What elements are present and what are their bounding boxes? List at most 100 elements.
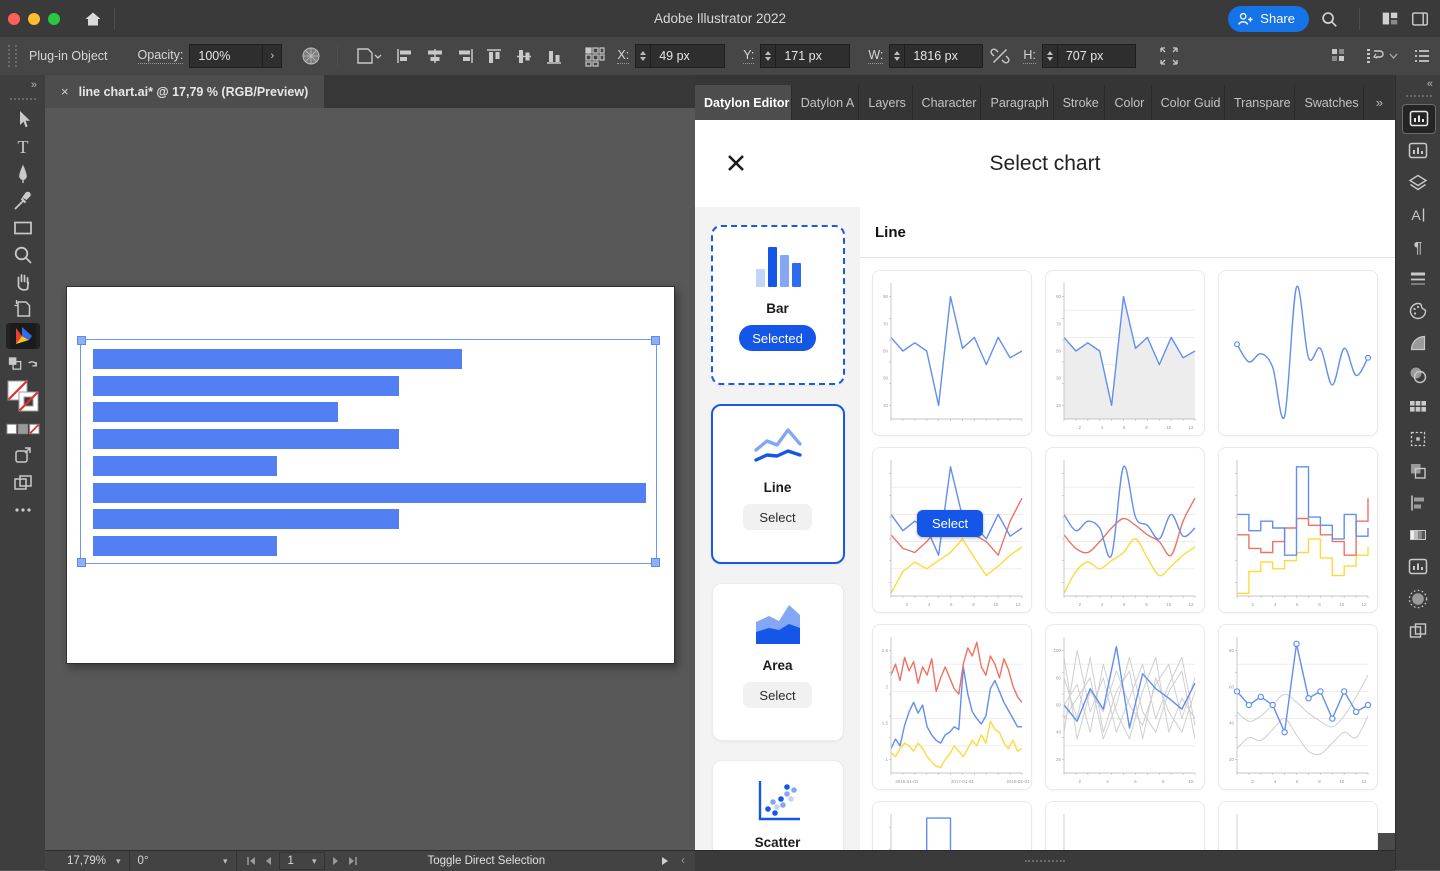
first-page-icon[interactable] — [245, 856, 257, 866]
collapse-panels-icon[interactable]: « — [1427, 78, 1433, 90]
list-options-icon[interactable] — [1412, 47, 1432, 65]
panel-tab-datylon-editor[interactable]: Datylon Editor — [695, 85, 792, 120]
h-label[interactable]: H: — [1023, 48, 1036, 64]
datylon-tool[interactable] — [6, 323, 40, 349]
opacity-label[interactable]: Opacity: — [138, 48, 184, 64]
pen-tool[interactable] — [6, 161, 40, 187]
zoom-level-dropdown[interactable]: 17,79%▾ — [59, 851, 130, 871]
color-mode[interactable] — [6, 416, 40, 442]
rectangle-tool[interactable] — [6, 215, 40, 241]
snap-options-icon[interactable] — [1329, 46, 1349, 66]
paragraph-icon[interactable]: ¶ — [1402, 232, 1434, 262]
color-guide-icon[interactable] — [1402, 328, 1434, 358]
selection-handle-tr[interactable] — [651, 336, 660, 345]
last-page-icon[interactable] — [347, 856, 359, 866]
select-button-area[interactable]: Select — [743, 682, 811, 708]
artboards-icon[interactable] — [1402, 616, 1434, 646]
panel-tab-stroke[interactable]: Stroke — [1054, 85, 1106, 120]
opacity-field[interactable]: 100% — [189, 44, 263, 68]
arrange-documents-icon[interactable] — [1380, 9, 1400, 29]
constrain-proportions-off-icon[interactable] — [989, 45, 1011, 67]
align-middle-icon[interactable] — [514, 47, 536, 65]
panel-grip[interactable] — [8, 45, 17, 67]
selection-handle-br[interactable] — [651, 558, 660, 567]
search-icon[interactable] — [1319, 9, 1339, 29]
stroke-icon[interactable] — [1402, 264, 1434, 294]
next-page-icon[interactable] — [332, 856, 340, 866]
previous-page-icon[interactable] — [264, 856, 272, 866]
color-wheel-icon[interactable] — [300, 45, 322, 67]
chart-thumbnail-spike-step[interactable] — [872, 801, 1032, 850]
align-left-icon[interactable] — [394, 47, 416, 65]
chart-thumbnail-spaghetti-highlight[interactable]: 10080604020246810 — [1045, 624, 1205, 790]
align-right-icon[interactable] — [454, 47, 476, 65]
rail-grip[interactable] — [1406, 95, 1432, 97]
panel-tab-color-guid[interactable]: Color Guid — [1152, 85, 1225, 120]
eyedropper-tool[interactable] — [6, 188, 40, 214]
h-field[interactable]: 707 px — [1042, 44, 1136, 68]
zoom-tool[interactable] — [6, 242, 40, 268]
pathfinder-icon[interactable] — [1402, 456, 1434, 486]
chart-thumbnail-loops-multicolor[interactable] — [1045, 801, 1205, 850]
artboards-tool[interactable] — [6, 470, 40, 496]
status-collapse-icon[interactable]: ‹ — [681, 855, 685, 867]
type-tool[interactable]: T — [6, 134, 40, 160]
chart-thumbnail-multi-step-line[interactable]: 24681012 — [1218, 447, 1378, 613]
selection-tool[interactable] — [6, 107, 40, 133]
hand-tool[interactable] — [6, 269, 40, 295]
document-tab[interactable]: × line chart.ai* @ 17,79 % (RGB/Preview) — [45, 75, 324, 108]
canvas[interactable] — [45, 108, 695, 850]
swatches-icon[interactable] — [1402, 392, 1434, 422]
fill-stroke-indicator[interactable] — [6, 377, 40, 415]
y-label[interactable]: Y: — [743, 48, 754, 64]
artboard-tool[interactable] — [6, 296, 40, 322]
panel-bottom-bar[interactable] — [695, 850, 1395, 871]
selection-bounding-box[interactable] — [80, 339, 657, 564]
scale-corners-icon[interactable] — [1158, 45, 1180, 67]
thumbnail-select-button[interactable]: Select — [917, 510, 983, 537]
selected-button-bar[interactable]: Selected — [739, 325, 816, 351]
panel-tab-character[interactable]: Character — [913, 85, 982, 120]
expand-tools-icon[interactable]: » — [31, 79, 37, 91]
symbols-icon[interactable] — [1402, 584, 1434, 614]
layers-icon[interactable] — [1402, 168, 1434, 198]
chart-thumbnail-line-markers[interactable]: 8060402024681012 — [1218, 624, 1378, 790]
character-icon[interactable]: A — [1402, 200, 1434, 230]
share-button[interactable]: Share — [1228, 6, 1309, 32]
align-icon[interactable] — [1402, 488, 1434, 518]
chart-thumbnail-loops-gray[interactable] — [1218, 801, 1378, 850]
chart-type-card-line[interactable]: LineSelect — [711, 404, 845, 564]
color-icon[interactable] — [1402, 296, 1434, 326]
chart-thumbnail-line-basic[interactable]: 9070503010 — [872, 270, 1032, 436]
panel-tab-color[interactable]: Color — [1105, 85, 1151, 120]
chart-thumbnail-time-series-noisy[interactable]: 2.521.512016-01-012017-01-012018-01-01 — [872, 624, 1032, 790]
select-button-line[interactable]: Select — [743, 504, 811, 530]
text-flow-icon[interactable] — [1363, 46, 1398, 66]
chart-thumbnail-multi-line-smooth[interactable]: 24681012 — [1045, 447, 1205, 613]
more-tools[interactable] — [6, 497, 40, 523]
rotation-dropdown[interactable]: 0°▾ — [130, 851, 237, 871]
page-number-dropdown[interactable]: 1▾ — [279, 852, 326, 870]
chart-type-card-scatter[interactable]: Scatter — [712, 760, 844, 850]
selection-handle-bl[interactable] — [77, 558, 86, 567]
chart-thumbnail-line-smooth-endpoints[interactable] — [1218, 270, 1378, 436]
workspace-switcher-icon[interactable] — [1410, 9, 1430, 29]
swap-fill-stroke[interactable] — [6, 350, 40, 376]
shape-builder-tool[interactable] — [6, 443, 40, 469]
asset-export-icon[interactable] — [1402, 552, 1434, 582]
transform-icon[interactable] — [1402, 424, 1434, 454]
panel-tabs-overflow-icon[interactable]: » — [1364, 85, 1395, 120]
panel-tab-transpare[interactable]: Transpare — [1225, 85, 1295, 120]
chart-type-card-area[interactable]: AreaSelect — [712, 583, 844, 741]
gradient-icon[interactable] — [1402, 520, 1434, 550]
selection-handle-tl[interactable] — [77, 336, 86, 345]
w-field[interactable]: 1816 px — [889, 44, 983, 68]
align-center-icon[interactable] — [424, 47, 446, 65]
panel-tab-layers[interactable]: Layers — [859, 85, 912, 120]
opacity-options-button[interactable]: › — [263, 44, 282, 68]
align-top-icon[interactable] — [484, 47, 506, 65]
align-bottom-icon[interactable] — [544, 47, 566, 65]
chart-type-card-bar[interactable]: BarSelected — [711, 225, 845, 385]
chart-thumbnail-multi-line[interactable]: 24681012Select — [872, 447, 1032, 613]
tools-grip[interactable] — [10, 98, 36, 100]
